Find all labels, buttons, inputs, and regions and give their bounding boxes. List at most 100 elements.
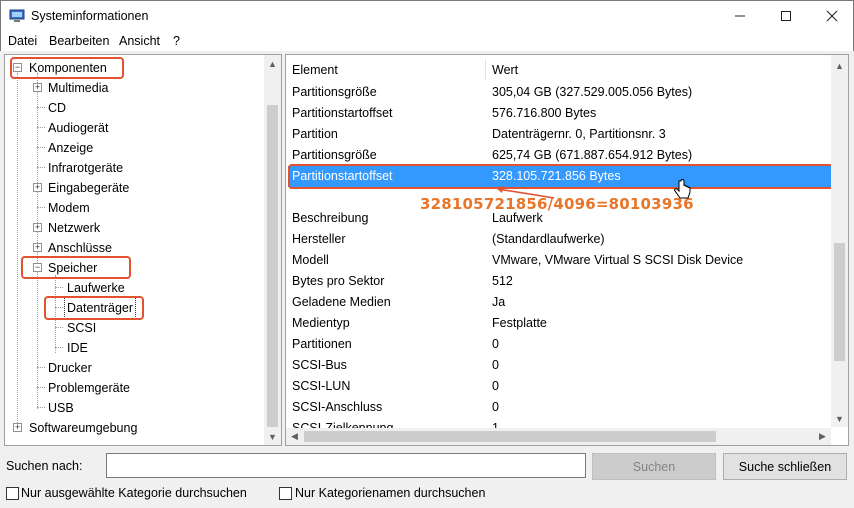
cell-element: Modell <box>292 253 329 267</box>
category-tree[interactable]: − + + + + − + Komponenten Multimedia CD … <box>4 54 282 446</box>
details-hscroll-thumb[interactable] <box>304 431 716 442</box>
scroll-right-arrow-icon[interactable]: ▶ <box>814 428 831 445</box>
search-input[interactable] <box>106 453 586 478</box>
maximize-button[interactable] <box>763 1 809 31</box>
cell-wert: 0 <box>492 379 499 393</box>
expand-softwareumgebung[interactable]: + <box>13 423 22 432</box>
cell-wert: Ja <box>492 295 506 309</box>
collapse-speicher[interactable]: − <box>33 263 42 272</box>
cell-wert: (Standardlaufwerke) <box>492 232 605 246</box>
table-row[interactable]: Partitionen 0 <box>286 334 833 355</box>
cell-element: Partitionstartoffset <box>292 169 393 183</box>
tree-line <box>55 347 63 348</box>
cell-element: Bytes pro Sektor <box>292 274 385 288</box>
table-row[interactable]: Partitionsgröße 305,04 GB (327.529.005.05… <box>286 82 833 103</box>
minimize-button[interactable] <box>717 1 763 31</box>
tree-line <box>37 207 45 208</box>
table-row[interactable]: Hersteller (Standardlaufwerke) <box>286 229 833 250</box>
scroll-up-arrow-icon[interactable]: ▲ <box>831 57 848 74</box>
cell-element: Partitionsgröße <box>292 85 377 99</box>
tree-item-audiogeraet[interactable]: Audiogerät <box>48 118 108 138</box>
only-selected-category-label[interactable]: Nur ausgewählte Kategorie durchsuchen <box>21 486 247 500</box>
tree-item-laufwerke[interactable]: Laufwerke <box>67 278 125 298</box>
cell-element: Geladene Medien <box>292 295 391 309</box>
menu-help[interactable]: ? <box>173 34 180 48</box>
window-title: Systeminformationen <box>31 9 149 23</box>
tree-item-usb[interactable]: USB <box>48 398 74 418</box>
details-vertical-scrollbar[interactable]: ▲ ▼ <box>831 55 848 427</box>
details-horizontal-scrollbar[interactable]: ◀ ▶ <box>286 428 831 445</box>
tree-item-anschluesse[interactable]: Anschlüsse <box>48 238 112 258</box>
tree-line <box>37 367 45 368</box>
scroll-down-arrow-icon[interactable]: ▼ <box>831 410 848 427</box>
tree-item-modem[interactable]: Modem <box>48 198 90 218</box>
column-separator[interactable] <box>485 59 486 81</box>
scroll-left-arrow-icon[interactable]: ◀ <box>286 428 303 445</box>
tree-item-speicher[interactable]: Speicher <box>48 258 97 278</box>
cell-element: SCSI-LUN <box>292 379 351 393</box>
collapse-komponenten[interactable]: − <box>13 63 22 72</box>
menu-bar: Datei Bearbeiten Ansicht ? <box>0 31 854 51</box>
only-selected-category-checkbox[interactable] <box>6 487 19 500</box>
table-row[interactable]: Medientyp Festplatte <box>286 313 833 334</box>
menu-bearbeiten[interactable]: Bearbeiten <box>49 34 109 48</box>
tree-item-cd[interactable]: CD <box>48 98 66 118</box>
tree-item-netzwerk[interactable]: Netzwerk <box>48 218 100 238</box>
scroll-down-arrow-icon[interactable]: ▼ <box>264 428 281 445</box>
tree-line <box>37 407 45 408</box>
only-category-names-label[interactable]: Nur Kategorienamen durchsuchen <box>295 486 485 500</box>
tree-line <box>55 327 63 328</box>
tree-item-softwareumgebung[interactable]: Softwareumgebung <box>29 418 137 438</box>
scroll-up-arrow-icon[interactable]: ▲ <box>264 55 281 72</box>
tree-line <box>17 73 18 427</box>
tree-item-datentraeger[interactable]: Datenträger <box>63 297 137 319</box>
table-row[interactable]: SCSI-LUN 0 <box>286 376 833 397</box>
close-search-button[interactable]: Suche schließen <box>723 453 847 480</box>
table-row-selected[interactable]: Partitionstartoffset 328.105.721.856 Byte… <box>288 166 832 187</box>
search-button[interactable]: Suchen <box>592 453 716 480</box>
cell-element: SCSI-Anschluss <box>292 400 383 414</box>
tree-item-komponenten[interactable]: Komponenten <box>29 58 107 78</box>
table-row[interactable]: Bytes pro Sektor 512 <box>286 271 833 292</box>
expand-eingabegeraete[interactable]: + <box>33 183 42 192</box>
table-row[interactable]: SCSI-Anschluss 0 <box>286 397 833 418</box>
annotation-calculation: 328105721856/4096=80103936 <box>420 195 694 213</box>
system-info-icon <box>9 9 25 22</box>
details-list[interactable]: Element Wert Partitionsgröße 305,04 GB (3… <box>285 54 849 446</box>
cell-element: Partitionstartoffset <box>292 106 393 120</box>
tree-item-infrarotgeraete[interactable]: Infrarotgeräte <box>48 158 123 178</box>
tree-line <box>37 73 38 409</box>
table-row[interactable]: Partition Datenträgernr. 0, Partitionsnr.… <box>286 124 833 145</box>
close-icon <box>826 10 838 22</box>
cell-wert: 305,04 GB (327.529.005.056 Bytes) <box>492 85 693 99</box>
cell-wert: 0 <box>492 400 499 414</box>
cell-wert: 0 <box>492 358 499 372</box>
expand-multimedia[interactable]: + <box>33 83 42 92</box>
table-row[interactable]: Partitionstartoffset 576.716.800 Bytes <box>286 103 833 124</box>
menu-datei[interactable]: Datei <box>8 34 37 48</box>
tree-scroll-thumb[interactable] <box>267 105 278 427</box>
cell-element: Partition <box>292 127 338 141</box>
menu-ansicht[interactable]: Ansicht <box>119 34 160 48</box>
cell-element: Partitionen <box>292 337 352 351</box>
close-button[interactable] <box>809 1 854 31</box>
column-header-wert[interactable]: Wert <box>492 59 518 81</box>
tree-item-multimedia[interactable]: Multimedia <box>48 78 108 98</box>
expand-netzwerk[interactable]: + <box>33 223 42 232</box>
tree-line <box>37 167 45 168</box>
tree-scrollbar[interactable]: ▲ ▼ <box>264 55 281 445</box>
tree-item-drucker[interactable]: Drucker <box>48 358 92 378</box>
column-header-element[interactable]: Element <box>292 59 338 81</box>
only-category-names-checkbox[interactable] <box>279 487 292 500</box>
tree-item-eingabegeraete[interactable]: Eingabegeräte <box>48 178 129 198</box>
tree-item-anzeige[interactable]: Anzeige <box>48 138 93 158</box>
expand-anschluesse[interactable]: + <box>33 243 42 252</box>
tree-item-ide[interactable]: IDE <box>67 338 88 358</box>
table-row[interactable]: SCSI-Bus 0 <box>286 355 833 376</box>
tree-item-scsi[interactable]: SCSI <box>67 318 96 338</box>
details-scroll-thumb[interactable] <box>834 243 845 361</box>
tree-item-problemgeraete[interactable]: Problemgeräte <box>48 378 130 398</box>
table-row[interactable]: Geladene Medien Ja <box>286 292 833 313</box>
table-row[interactable]: Modell VMware, VMware Virtual S SCSI Disk… <box>286 250 833 271</box>
table-row[interactable]: Partitionsgröße 625,74 GB (671.887.654.91… <box>286 145 833 166</box>
